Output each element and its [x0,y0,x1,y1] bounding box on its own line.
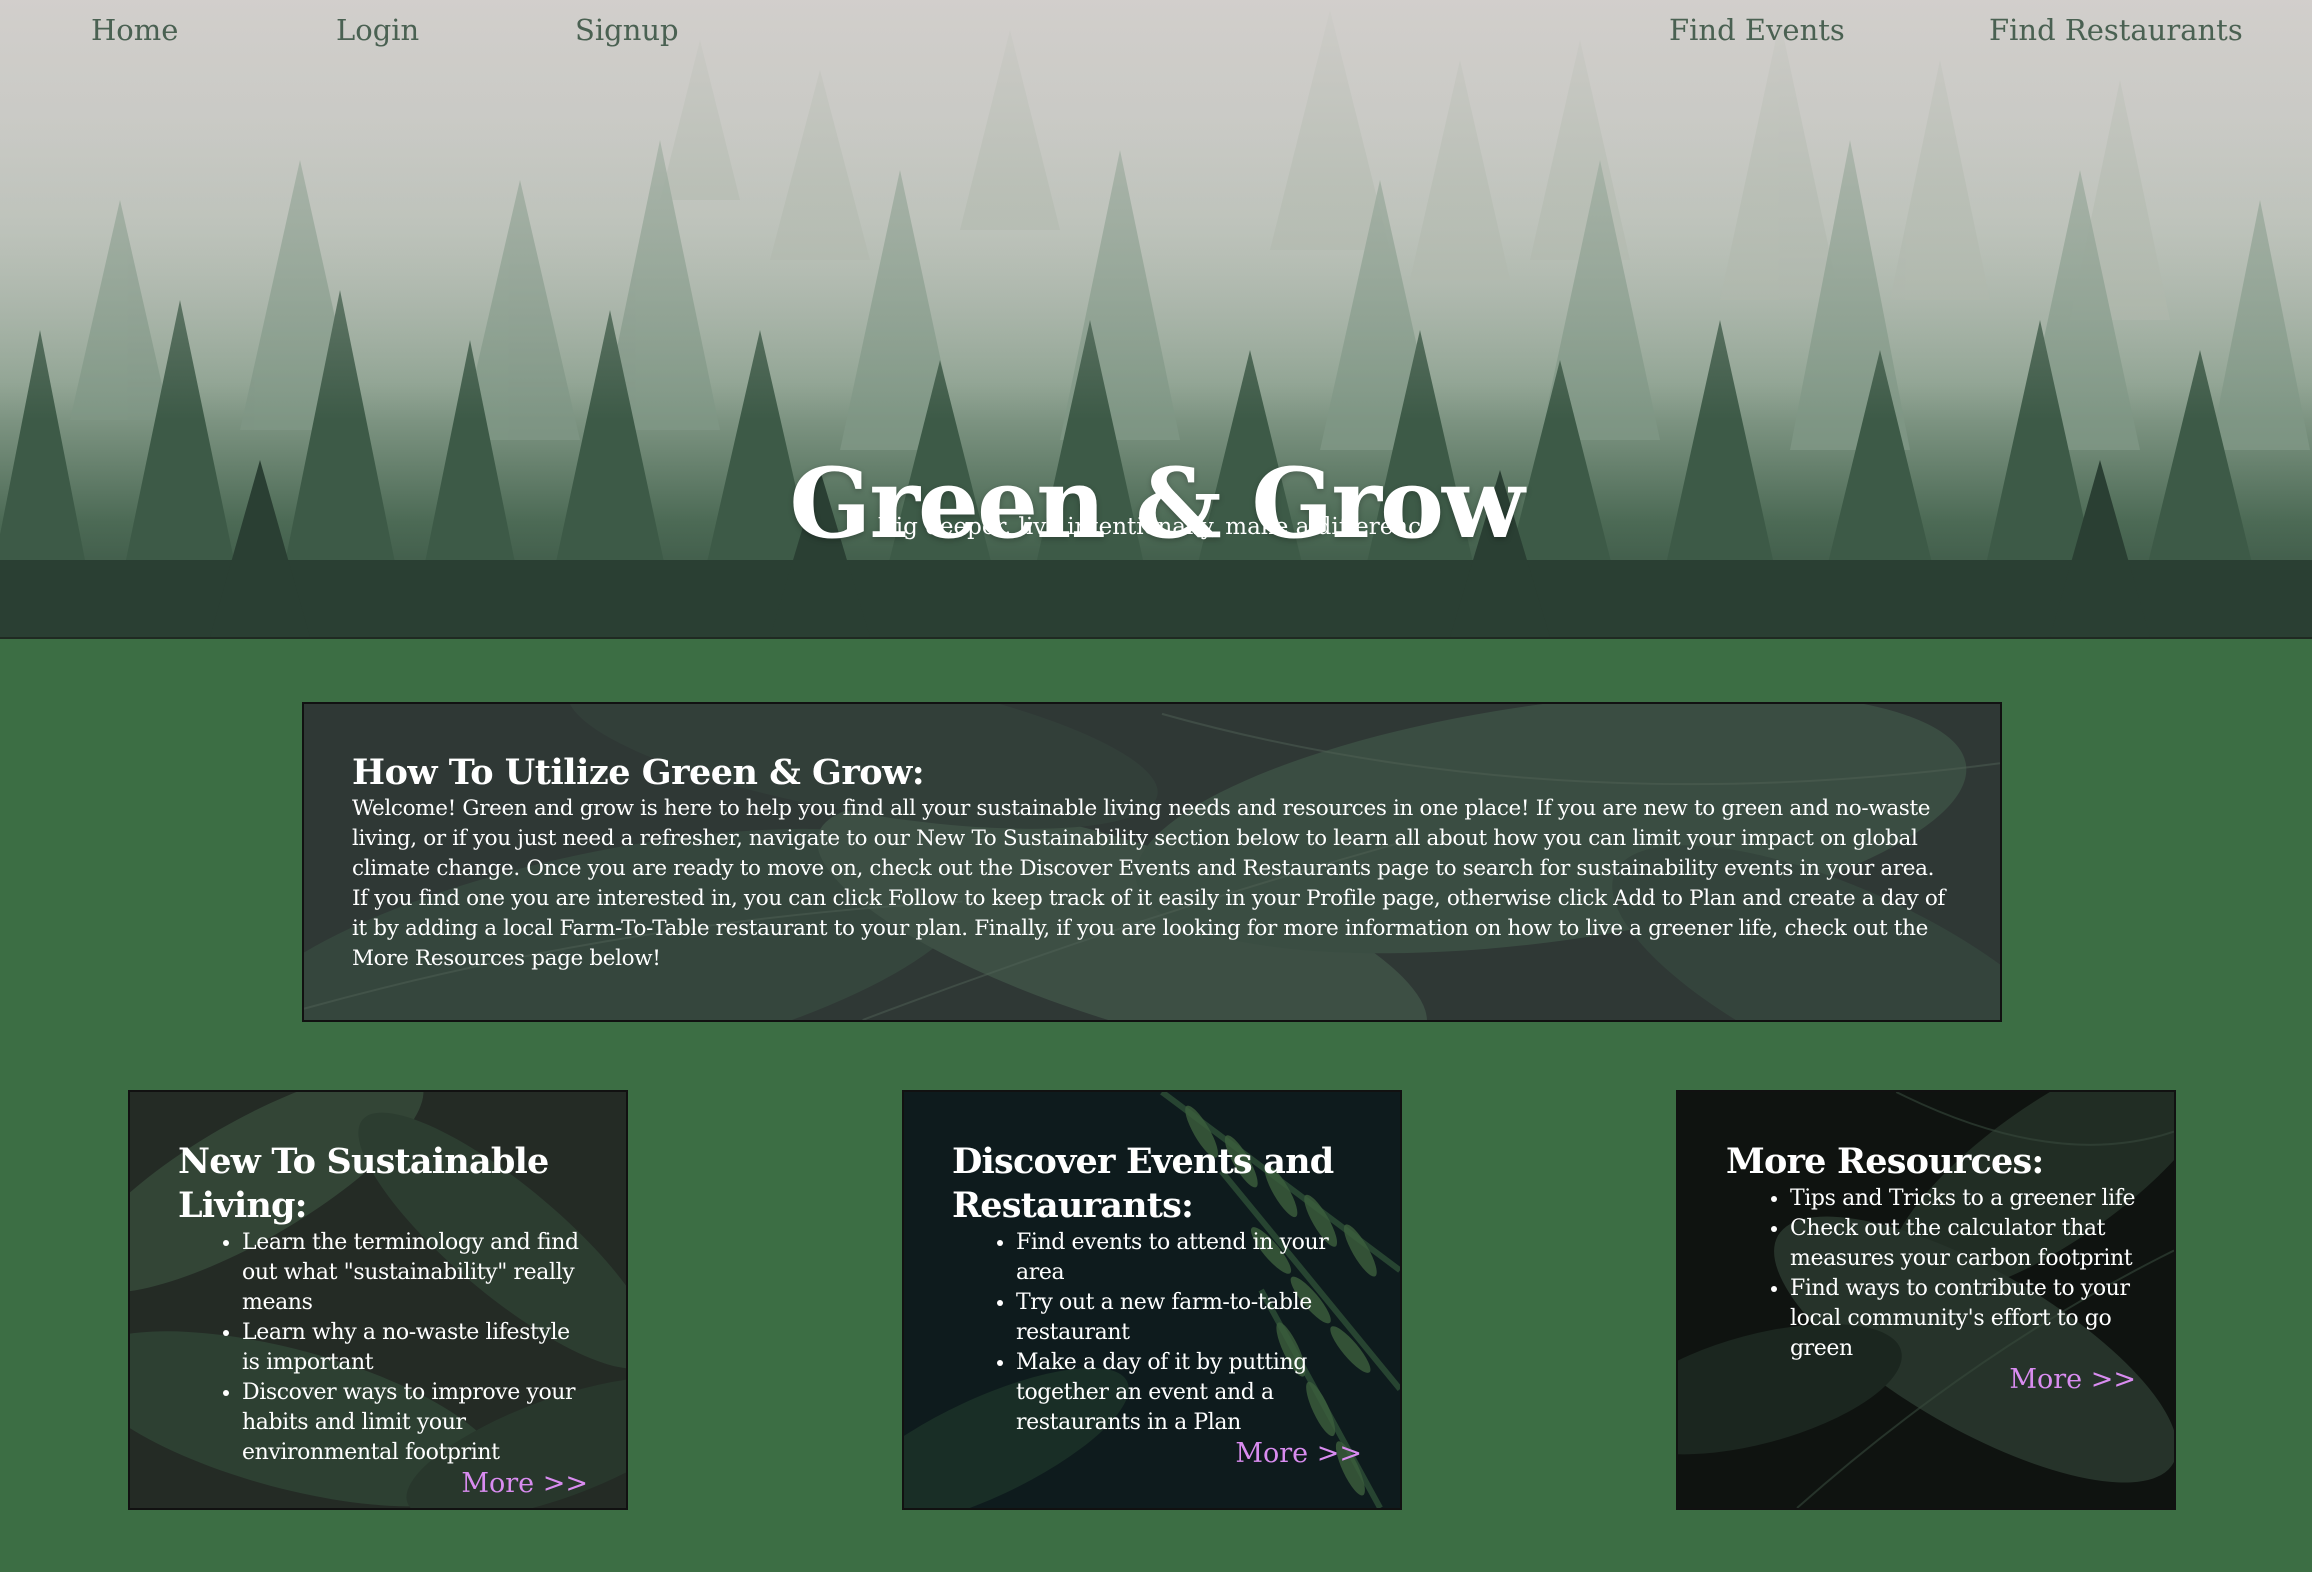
list-item: Discover ways to improve your habits and… [242,1378,588,1468]
card-feature-list: Tips and Tricks to a greener life Check … [1726,1184,2136,1364]
list-item: Tips and Tricks to a greener life [1790,1184,2136,1214]
list-item: Find events to attend in your area [1016,1228,1362,1288]
card-heading: New To Sustainable Living: [178,1141,549,1226]
card-heading: More Resources: [1726,1141,2044,1182]
list-item: Learn why a no-waste lifestyle is import… [242,1318,588,1378]
top-navigation: Home Login Signup Find Events Find Resta… [0,10,2312,50]
site-tagline: Dig deeper, live intentionally, make a d… [877,514,1435,540]
nav-signup-link[interactable]: Signup [575,10,679,50]
how-to-use-heading: How To Utilize Green & Grow: [352,752,925,793]
list-item: Find ways to contribute to your local co… [1790,1274,2136,1364]
site-title: Green & Grow [789,447,1524,561]
more-resources-card: More Resources: Tips and Tricks to a gre… [1676,1090,2176,1510]
card-content: More Resources: Tips and Tricks to a gre… [1726,1140,2136,1396]
card-content: New To Sustainable Living: Learn the ter… [178,1140,588,1500]
new-to-sustainability-card: New To Sustainable Living: Learn the ter… [128,1090,628,1510]
card-content: Discover Events and Restaurants: Find ev… [952,1140,1362,1470]
more-link[interactable]: More >> [1726,1364,2136,1396]
how-to-use-text: Welcome! Green and grow is here to help … [352,796,1946,971]
nav-find-events-link[interactable]: Find Events [1669,10,1845,50]
nav-login-link[interactable]: Login [336,10,419,50]
more-link[interactable]: More >> [178,1468,588,1500]
list-item: Check out the calculator that measures y… [1790,1214,2136,1274]
card-heading: Discover Events and Restaurants: [952,1141,1334,1226]
list-item: Make a day of it by putting together an … [1016,1348,1362,1438]
list-item: Try out a new farm-to-table restaurant [1016,1288,1362,1348]
more-link[interactable]: More >> [952,1438,1362,1470]
how-to-use-content: How To Utilize Green & Grow: Welcome! Gr… [352,752,1952,974]
card-feature-list: Learn the terminology and find out what … [178,1228,588,1468]
nav-home-link[interactable]: Home [91,10,178,50]
list-item: Learn the terminology and find out what … [242,1228,588,1318]
nav-find-restaurants-link[interactable]: Find Restaurants [1989,10,2243,50]
discover-events-card: Discover Events and Restaurants: Find ev… [902,1090,1402,1510]
how-to-use-card: How To Utilize Green & Grow: Welcome! Gr… [302,702,2002,1022]
card-feature-list: Find events to attend in your area Try o… [952,1228,1362,1438]
hero-banner: Home Login Signup Find Events Find Resta… [0,0,2312,639]
